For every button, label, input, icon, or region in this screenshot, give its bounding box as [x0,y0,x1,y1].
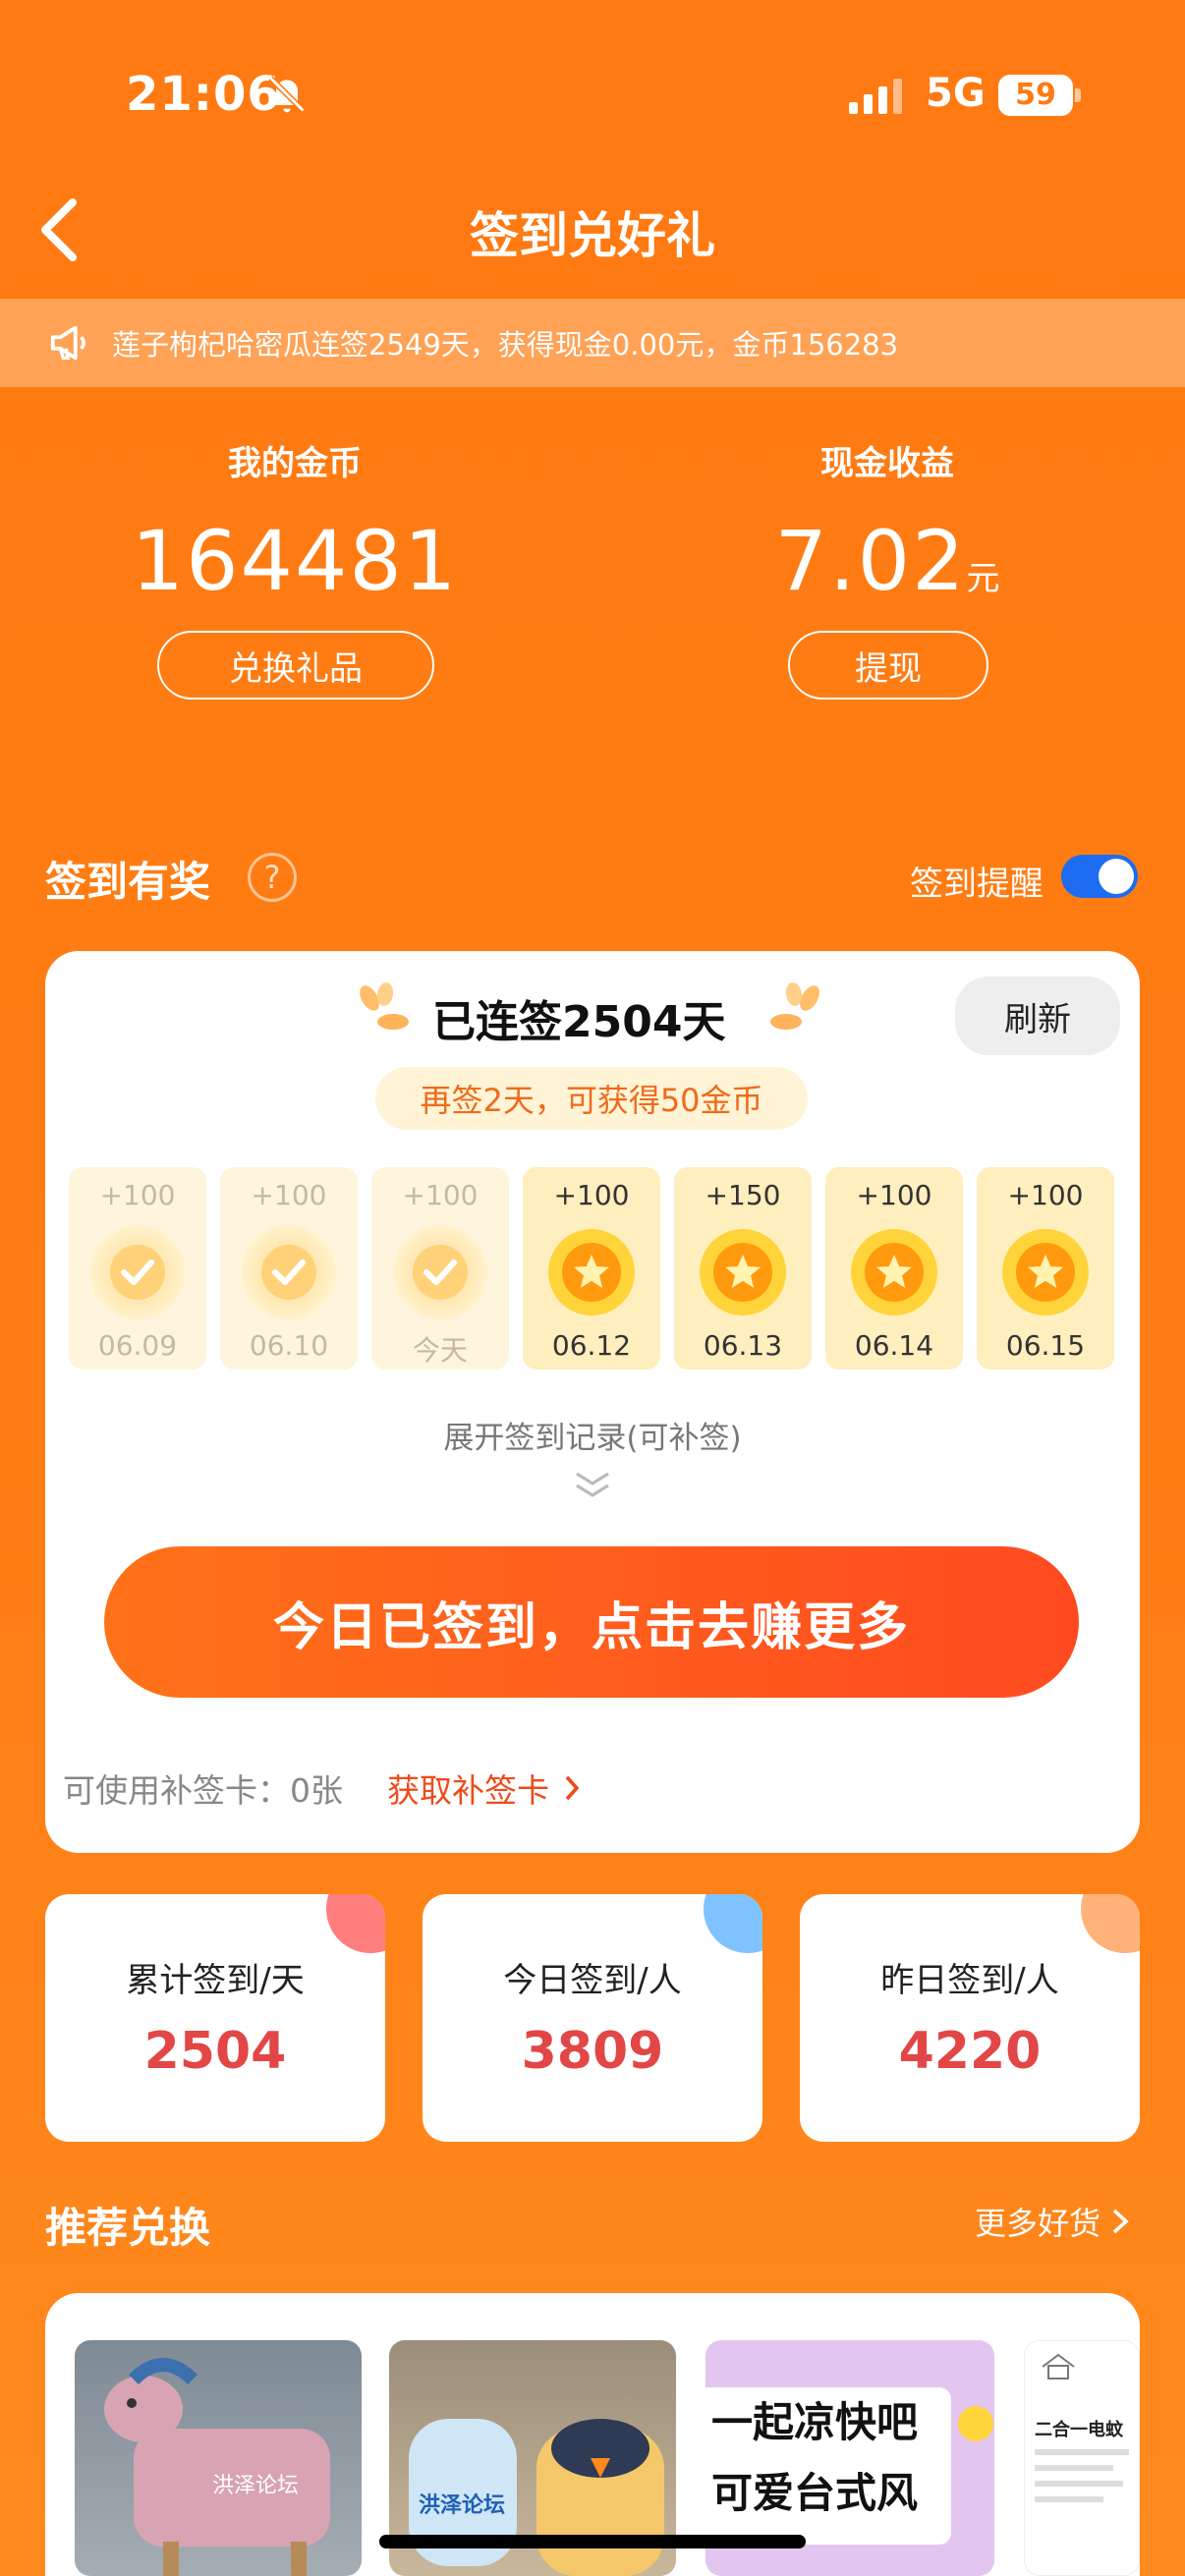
get-makeup-card-label: 获取补签卡 [387,1771,549,1810]
chevron-right-icon [565,1775,580,1801]
laurel-right-icon [770,982,819,1030]
day-points: +150 [705,1179,781,1211]
coins-label: 我的金币 [228,444,362,483]
total-checkin-stat: 累计签到/天 2504 [45,1894,385,2142]
expand-record-link[interactable]: 展开签到记录(可补签) [45,1413,1140,1457]
day-date: 06.09 [97,1329,178,1362]
day-cell: +100 06.10 [220,1167,358,1370]
day-cell: +100 06.14 [825,1167,963,1370]
day-points: +100 [402,1179,479,1211]
battery-icon: 59 [998,75,1081,116]
day-date: 今天 [412,1334,468,1367]
more-goods-link[interactable]: 更多好货 [975,2199,1130,2244]
refresh-button[interactable]: 刷新 [955,977,1120,1055]
cash-label: 现金收益 [820,444,954,483]
home-indicator[interactable] [379,2535,806,2548]
product-card[interactable]: 洪泽论坛 [75,2340,362,2576]
more-goods-label: 更多好货 [975,2205,1101,2242]
today-checkin-stat: 今日签到/人 3809 [423,1894,762,2142]
day-date: 06.14 [854,1329,934,1362]
product-caption: 一起凉快吧 可爱台式风扇 [705,2387,951,2545]
day-date: 06.15 [1005,1329,1086,1362]
megaphone-icon [50,325,85,361]
stat-label: 今日签到/人 [503,1961,682,2000]
coins-value: 164481 [131,513,459,609]
star-coin-icon [544,1225,639,1319]
day-date: 06.10 [249,1329,329,1362]
notice-text: 莲子枸杞哈密瓜连签2549天，获得现金0.00元，金币156283 [112,328,899,362]
product-caption: 二合一电蚊 [1035,2420,1123,2440]
battery-level: 59 [998,75,1073,116]
network-type: 5G [926,71,986,116]
status-time: 21:06 [126,67,281,122]
day-points: +100 [99,1179,176,1211]
cash-value: 7.02 [774,513,967,609]
star-coin-icon [847,1225,941,1319]
laurel-left-icon [360,982,409,1030]
product-caption: 洪泽论坛 [419,2493,506,2518]
streak-days: 已连签2504天 [432,997,726,1047]
day-points: +100 [251,1179,327,1211]
product-stool-image [104,2358,330,2576]
day-cell: +100 06.12 [523,1167,660,1370]
cellular-signal-icon [849,77,902,114]
star-coin-icon [998,1225,1093,1319]
checked-coin-icon [242,1225,336,1319]
yesterday-checkin-stat: 昨日签到/人 4220 [800,1894,1140,2142]
day-date: 06.12 [551,1329,632,1362]
notice-bar[interactable]: 莲子枸杞哈密瓜连签2549天，获得现金0.00元，金币156283 [0,299,1185,387]
stat-value: 3809 [521,2022,664,2081]
day-points: +100 [856,1179,932,1211]
reminder-label: 签到提醒 [910,865,1044,904]
star-coin-icon [696,1225,790,1319]
cash-unit: 元 [966,559,1000,598]
makeup-card-count: 可使用补签卡：0张 [63,1771,343,1810]
stat-label: 昨日签到/人 [880,1961,1059,2000]
chevron-right-icon [1112,2209,1129,2234]
stat-value: 4220 [898,2022,1042,2081]
get-makeup-card-link[interactable]: 获取补签卡 [387,1764,583,1812]
streak-hint: 再签2天，可获得50金币 [375,1067,808,1130]
checked-coin-icon [393,1225,487,1319]
product-caption: 洪泽论坛 [212,2474,300,2498]
home-logo-icon [1042,2353,1075,2380]
day-cell: +100 06.09 [69,1167,206,1370]
bell-muted-icon [268,76,306,113]
checked-coin-icon [90,1225,185,1319]
stat-label: 累计签到/天 [126,1961,305,2000]
day-points: +100 [553,1179,630,1211]
checkin-section-title: 签到有奖 [45,858,211,906]
earn-more-button[interactable]: 今日已签到，点击去赚更多 [104,1546,1079,1698]
day-cell: +100 06.15 [977,1167,1114,1370]
recommend-title: 推荐兑换 [45,2204,211,2252]
day-cell: +150 06.13 [674,1167,812,1370]
stat-value: 2504 [143,2022,287,2081]
sun-icon [958,2406,993,2441]
product-card[interactable]: 二合一电蚊 [1024,2340,1140,2576]
withdraw-button[interactable]: 提现 [788,631,988,700]
exchange-gift-button[interactable]: 兑换礼品 [157,631,434,700]
day-date: 06.13 [703,1329,783,1362]
double-chevron-down-icon[interactable] [571,1470,614,1499]
day-points: +100 [1007,1179,1084,1211]
day-cell-today: +100 今天 [371,1167,509,1370]
page-title: 签到兑好礼 [470,207,715,264]
reminder-toggle[interactable] [1061,855,1138,898]
help-icon[interactable]: ? [248,853,297,902]
